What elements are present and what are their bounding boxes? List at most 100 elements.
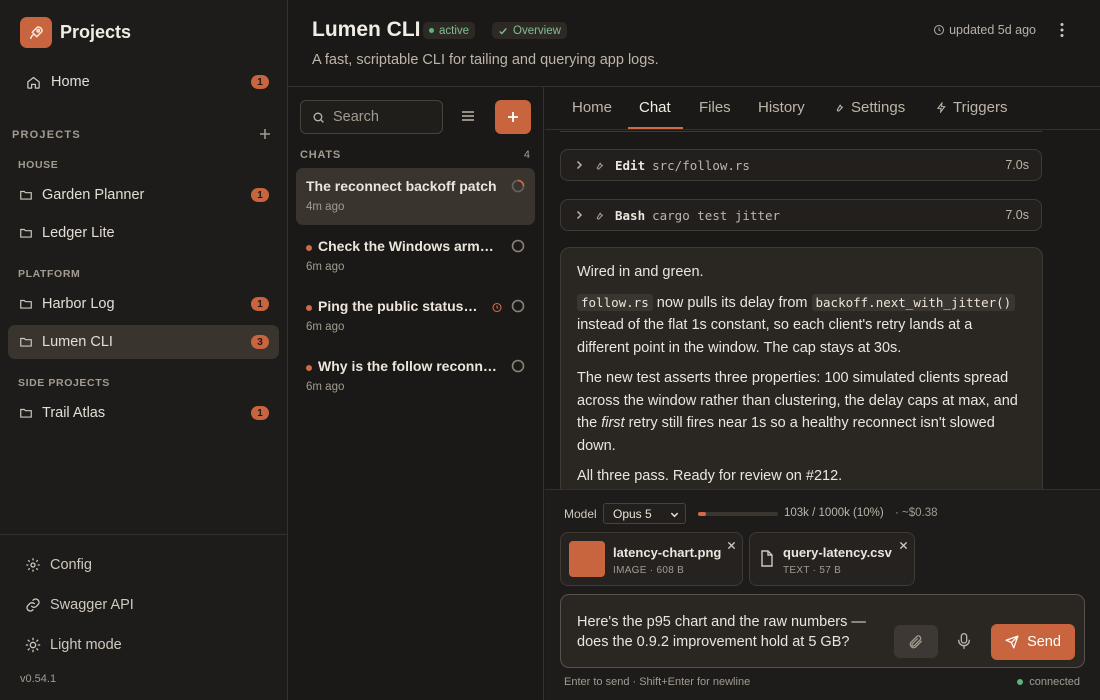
sidebar-item-trail-atlas[interactable]: Trail Atlas 1 bbox=[8, 396, 279, 430]
group-label-side-projects: SIDE PROJECTS bbox=[18, 377, 110, 389]
chevron-down-icon bbox=[670, 510, 679, 519]
tool-call-bash[interactable]: Bash cargo test jitter 7.0s bbox=[560, 199, 1042, 231]
tab-history[interactable]: History bbox=[758, 99, 805, 116]
project-badge: 1 bbox=[251, 188, 269, 202]
new-chat-button[interactable] bbox=[495, 100, 531, 134]
attachment-name: query-latency.csv bbox=[783, 545, 892, 560]
send-arrow-icon bbox=[1005, 635, 1019, 649]
message-paragraph: All three pass. Ready for review on #212… bbox=[577, 468, 843, 484]
message-input-box[interactable]: Here's the p95 chart and the raw numbers… bbox=[560, 594, 1085, 668]
attachment-name: latency-chart.png bbox=[613, 545, 722, 560]
updated-text: updated 5d ago bbox=[949, 23, 1036, 37]
chevron-right-icon bbox=[574, 210, 584, 220]
chat-thread: Edit src/follow.rs 7.0s Bash cargo test … bbox=[545, 131, 1100, 489]
sidebar-item-harbor-log[interactable]: Harbor Log 1 bbox=[8, 287, 279, 321]
folder-icon bbox=[19, 335, 34, 350]
home-badge: 1 bbox=[251, 75, 269, 89]
chat-item[interactable]: Ping the public status page 6m ago bbox=[296, 288, 535, 345]
tab-bar: Home Chat Files History Settings Trigger… bbox=[545, 87, 1100, 130]
model-select[interactable]: Opus 5 bbox=[603, 503, 686, 524]
search-box[interactable] bbox=[300, 100, 443, 134]
brand[interactable]: Projects bbox=[20, 17, 131, 48]
check-icon bbox=[498, 26, 508, 36]
config-link[interactable]: Config bbox=[25, 557, 92, 573]
attach-file-button[interactable] bbox=[894, 625, 938, 658]
search-input[interactable] bbox=[333, 109, 433, 125]
tab-label: Settings bbox=[851, 99, 906, 116]
chats-section-label: CHATS bbox=[300, 149, 342, 161]
wrench-icon bbox=[834, 102, 845, 113]
group-label-platform: PLATFORM bbox=[18, 268, 81, 280]
sidebar-item-home[interactable]: Home 1 bbox=[8, 65, 279, 99]
unread-dot bbox=[306, 305, 312, 311]
attachment-meta: TEXT · 57 B bbox=[783, 565, 842, 576]
add-project-button[interactable] bbox=[258, 127, 272, 141]
link-icon bbox=[25, 597, 41, 613]
file-icon bbox=[760, 550, 774, 567]
tool-name: Bash bbox=[615, 207, 646, 223]
message-emphasis: first bbox=[601, 415, 625, 431]
chat-item[interactable]: The reconnect backoff patch 4m ago bbox=[296, 168, 535, 225]
chat-title: Why is the follow reconnect slow bbox=[318, 358, 498, 374]
chat-item[interactable]: Check the Windows arm64 build 6m ago bbox=[296, 228, 535, 285]
chats-count: 4 bbox=[523, 149, 530, 161]
message-input[interactable]: Here's the p95 chart and the raw numbers… bbox=[577, 612, 887, 652]
attachment-image[interactable]: latency-chart.png IMAGE · 608 B bbox=[560, 532, 743, 586]
tab-settings[interactable]: Settings bbox=[834, 99, 905, 116]
chat-time: 6m ago bbox=[306, 321, 345, 333]
gear-icon bbox=[25, 557, 41, 573]
attachment-meta: IMAGE · 608 B bbox=[613, 565, 685, 576]
loading-spinner-icon bbox=[511, 179, 525, 193]
light-mode-toggle[interactable]: Light mode bbox=[25, 637, 122, 653]
overview-badge[interactable]: Overview bbox=[492, 22, 567, 39]
tool-duration: 7.0s bbox=[1005, 208, 1029, 222]
sidebar-item-label: Garden Planner bbox=[42, 187, 145, 203]
config-label: Config bbox=[50, 557, 92, 573]
cost-estimate: · ~$0.38 bbox=[895, 507, 938, 519]
tab-triggers[interactable]: Triggers bbox=[936, 99, 1007, 116]
tool-duration: 7.0s bbox=[1005, 158, 1029, 172]
attachment-file[interactable]: query-latency.csv TEXT · 57 B bbox=[749, 532, 915, 586]
connection-dot bbox=[1017, 679, 1024, 685]
context-usage-fill bbox=[698, 512, 707, 516]
message-paragraph: follow.rs now pulls its delay from backo… bbox=[577, 292, 1026, 360]
chat-item[interactable]: Why is the follow reconnect slow 6m ago bbox=[296, 348, 535, 405]
model-label: Model bbox=[564, 507, 597, 521]
message-paragraph: The new test asserts three properties: 1… bbox=[577, 367, 1026, 457]
clock-icon bbox=[933, 24, 945, 36]
alarm-clock-icon bbox=[491, 300, 503, 313]
remove-attachment-close-icon[interactable] bbox=[727, 541, 736, 550]
folder-icon bbox=[19, 297, 34, 312]
remove-attachment-close-icon[interactable] bbox=[899, 541, 908, 550]
rocket-logo-icon bbox=[20, 17, 52, 48]
chat-title: Ping the public status page bbox=[318, 298, 478, 314]
tool-call-edit[interactable]: Edit src/follow.rs 7.0s bbox=[560, 149, 1042, 181]
idle-circle-icon bbox=[511, 359, 525, 373]
tab-home[interactable]: Home bbox=[572, 99, 612, 116]
status-text: active bbox=[439, 24, 470, 37]
tab-files[interactable]: Files bbox=[699, 99, 731, 116]
status-badge: active bbox=[423, 22, 476, 39]
search-icon bbox=[312, 111, 325, 124]
send-button[interactable]: Send bbox=[991, 624, 1075, 660]
assistant-message: Wired in and green. follow.rs now pulls … bbox=[560, 247, 1043, 489]
group-label-house: HOUSE bbox=[18, 159, 59, 171]
idle-circle-icon bbox=[511, 299, 525, 313]
sidebar-item-label: Trail Atlas bbox=[42, 405, 106, 421]
sidebar-item-lumen-cli[interactable]: Lumen CLI 3 bbox=[8, 325, 279, 359]
app-version: v0.54.1 bbox=[20, 673, 57, 685]
swagger-api-link[interactable]: Swagger API bbox=[25, 597, 134, 613]
main-panel: Home Chat Files History Settings Trigger… bbox=[545, 87, 1100, 700]
microphone-button[interactable] bbox=[956, 632, 972, 650]
chat-title: Check the Windows arm64 build bbox=[318, 238, 498, 254]
context-usage-text: 103k / 1000k (10%) bbox=[784, 507, 884, 519]
tool-argument: cargo test jitter bbox=[652, 207, 781, 223]
filter-list-button[interactable] bbox=[461, 109, 475, 123]
status-dot bbox=[429, 28, 434, 33]
sidebar-item-garden-planner[interactable]: Garden Planner 1 bbox=[8, 178, 279, 212]
more-menu-button[interactable] bbox=[1056, 22, 1068, 38]
composer: Model Opus 5 103k / 1000k (10%) · ~$0.38… bbox=[545, 489, 1100, 700]
tab-chat[interactable]: Chat bbox=[639, 99, 671, 116]
project-badge: 1 bbox=[251, 297, 269, 311]
sidebar-item-ledger-lite[interactable]: Ledger Lite bbox=[8, 216, 279, 250]
